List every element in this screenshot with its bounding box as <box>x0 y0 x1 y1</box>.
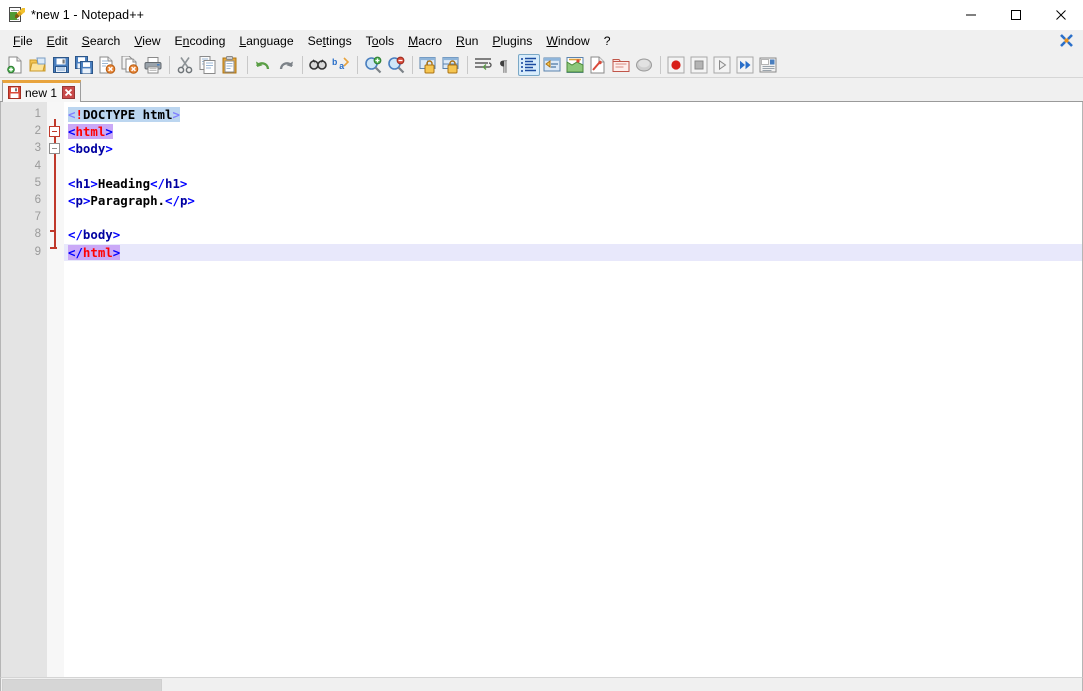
separator-6 <box>467 56 468 74</box>
close-button[interactable] <box>1038 0 1083 30</box>
horizontal-scrollbar-thumb[interactable] <box>2 679 162 691</box>
separator-4 <box>357 56 358 74</box>
close-file-icon[interactable] <box>96 54 118 76</box>
editor-area[interactable]: 123456789 <!DOCTYPE html><html><body> <h1… <box>0 102 1083 677</box>
code-line-4[interactable] <box>64 158 1082 175</box>
fold-vertical-line <box>54 119 56 247</box>
replace-icon[interactable]: ba <box>330 54 352 76</box>
stop-record-macro-icon[interactable] <box>688 54 710 76</box>
paste-icon[interactable] <box>220 54 242 76</box>
menu-item-encoding[interactable]: Encoding <box>168 31 233 51</box>
show-indent-guide-icon[interactable] <box>518 54 540 76</box>
playback-macro-icon[interactable] <box>711 54 733 76</box>
menu-item-macro[interactable]: Macro <box>401 31 449 51</box>
maximize-button[interactable] <box>993 0 1038 30</box>
zoom-in-icon[interactable] <box>362 54 384 76</box>
tab-new-1[interactable]: new 1 <box>2 80 81 102</box>
line-number: 2 <box>1 123 47 140</box>
horizontal-scrollbar[interactable] <box>0 677 1083 691</box>
menu-bar: FileEditSearchViewEncodingLanguageSettin… <box>0 30 1083 52</box>
separator-3 <box>302 56 303 74</box>
separator-7 <box>660 56 661 74</box>
menu-item-language[interactable]: Language <box>232 31 300 51</box>
menu-item-plugins[interactable]: Plugins <box>485 31 539 51</box>
new-file-icon[interactable] <box>4 54 26 76</box>
code-content[interactable]: <!DOCTYPE html><html><body> <h1>Heading</… <box>64 102 1082 677</box>
svg-text:¶: ¶ <box>500 58 508 74</box>
line-number: 4 <box>1 158 47 175</box>
line-number: 3 <box>1 140 47 157</box>
find-icon[interactable] <box>307 54 329 76</box>
code-line-2[interactable]: <html> <box>64 123 1082 140</box>
window-title: *new 1 - Notepad++ <box>31 8 144 22</box>
title-bar: *new 1 - Notepad++ <box>0 0 1083 30</box>
menu-item-view[interactable]: View <box>127 31 167 51</box>
line-number: 1 <box>1 106 47 123</box>
fold-tick-body <box>50 230 55 232</box>
user-defined-dialog-icon[interactable] <box>541 54 563 76</box>
line-number: 8 <box>1 226 47 243</box>
fold-toggle-line-3[interactable] <box>49 143 60 154</box>
code-line-5[interactable]: <h1>Heading</h1> <box>64 175 1082 192</box>
copy-icon[interactable] <box>197 54 219 76</box>
separator-5 <box>412 56 413 74</box>
menu-item-tools[interactable]: Tools <box>359 31 401 51</box>
line-number: 9 <box>1 244 47 261</box>
menu-item-run[interactable]: Run <box>449 31 485 51</box>
code-line-8[interactable]: </body> <box>64 226 1082 243</box>
cut-icon[interactable] <box>174 54 196 76</box>
redo-icon[interactable] <box>275 54 297 76</box>
window-controls <box>948 0 1083 30</box>
minimize-button[interactable] <box>948 0 993 30</box>
menu-item-search[interactable]: Search <box>75 31 128 51</box>
separator-2 <box>247 56 248 74</box>
fold-tick-html <box>50 247 57 249</box>
show-all-characters-icon[interactable]: ¶ <box>495 54 517 76</box>
undo-icon[interactable] <box>252 54 274 76</box>
word-wrap-icon[interactable] <box>472 54 494 76</box>
code-line-1[interactable]: <!DOCTYPE html> <box>64 106 1082 123</box>
code-line-9[interactable]: </html> <box>64 244 1082 261</box>
fold-margin[interactable] <box>47 102 64 677</box>
sync-horizontal-scroll-icon[interactable] <box>440 54 462 76</box>
save-all-icon[interactable] <box>73 54 95 76</box>
start-record-macro-icon[interactable] <box>665 54 687 76</box>
code-line-6[interactable]: <p>Paragraph.</p> <box>64 192 1082 209</box>
open-file-icon[interactable] <box>27 54 49 76</box>
code-line-3[interactable]: <body> <box>64 140 1082 157</box>
document-map-icon[interactable] <box>564 54 586 76</box>
run-macro-multiple-icon[interactable] <box>734 54 756 76</box>
monitoring-icon[interactable] <box>633 54 655 76</box>
toolbar: ba ¶ <box>0 52 1083 78</box>
line-number: 6 <box>1 192 47 209</box>
tab-close-icon[interactable] <box>62 86 75 99</box>
line-number: 7 <box>1 209 47 226</box>
fold-toggle-line-2[interactable] <box>49 126 60 137</box>
menu-item-window[interactable]: Window <box>539 31 596 51</box>
function-list-icon[interactable] <box>587 54 609 76</box>
svg-text:a: a <box>339 62 345 72</box>
menu-item-edit[interactable]: Edit <box>40 31 75 51</box>
separator-1 <box>169 56 170 74</box>
menu-item-file[interactable]: File <box>6 31 40 51</box>
tab-label: new 1 <box>25 86 57 100</box>
svg-text:b: b <box>332 58 337 68</box>
close-all-files-icon[interactable] <box>119 54 141 76</box>
zoom-out-icon[interactable] <box>385 54 407 76</box>
menu-item-[interactable]: ? <box>597 31 618 51</box>
menu-item-settings[interactable]: Settings <box>301 31 359 51</box>
save-icon[interactable] <box>50 54 72 76</box>
line-number: 5 <box>1 175 47 192</box>
line-number-gutter: 123456789 <box>1 102 47 677</box>
folder-as-workspace-icon[interactable] <box>610 54 632 76</box>
notepad-plus-plus-icon <box>8 7 24 23</box>
close-document-x-icon[interactable] <box>1059 33 1074 48</box>
unsaved-floppy-icon <box>8 86 21 99</box>
tab-bar: new 1 <box>0 78 1083 102</box>
print-icon[interactable] <box>142 54 164 76</box>
sync-vertical-scroll-icon[interactable] <box>417 54 439 76</box>
code-line-7[interactable] <box>64 209 1082 226</box>
save-macro-icon[interactable] <box>757 54 779 76</box>
